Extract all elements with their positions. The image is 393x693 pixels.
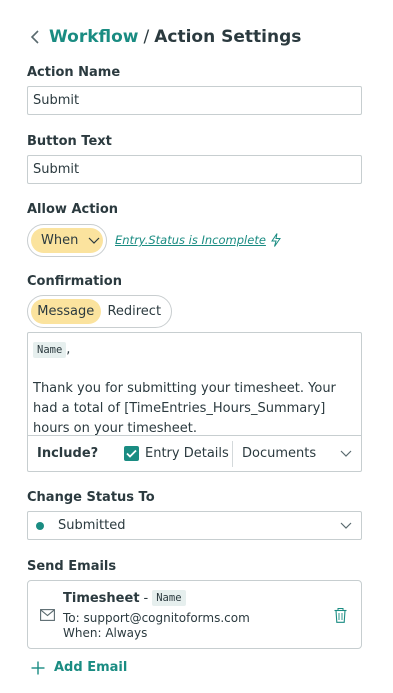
email-to: To: support@cognitoforms.com	[63, 611, 250, 625]
action-name-label: Action Name	[27, 65, 121, 80]
breadcrumb: Workflow / Action Settings	[28, 26, 301, 48]
change-status-value: Submitted	[58, 518, 126, 533]
chevron-down-icon	[340, 450, 352, 457]
chevron-down-icon	[340, 522, 352, 529]
add-email-button[interactable]: Add Email	[31, 660, 127, 675]
documents-label: Documents	[242, 446, 317, 461]
button-text-input[interactable]: Submit	[27, 155, 362, 184]
page-title: Action Settings	[154, 27, 302, 47]
add-email-label: Add Email	[54, 660, 128, 675]
allow-action-value: When	[41, 233, 79, 248]
action-name-input[interactable]: Submit	[27, 86, 362, 115]
confirmation-message-editor[interactable]: Name, Thank you for submitting your time…	[27, 332, 362, 472]
change-status-select[interactable]: Submitted	[27, 511, 362, 540]
trash-icon[interactable]	[334, 608, 347, 623]
email-name-token: Name	[152, 590, 186, 606]
breadcrumb-workflow-link[interactable]: Workflow	[49, 27, 139, 47]
email-title: Timesheet	[63, 590, 140, 606]
checkmark-icon	[126, 449, 137, 458]
change-status-label: Change Status To	[27, 490, 155, 505]
message-text: Thank you for submitting your timesheet.…	[33, 381, 336, 436]
entry-details-option[interactable]: Entry Details	[124, 446, 232, 461]
entry-details-label: Entry Details	[145, 446, 229, 461]
confirmation-message-option[interactable]: Message	[31, 299, 101, 324]
allow-action-label: Allow Action	[27, 202, 119, 217]
message-comma: ,	[66, 342, 71, 357]
name-token[interactable]: Name	[33, 342, 67, 358]
condition-text: Entry.Status is Incomplete	[115, 233, 266, 247]
send-emails-label: Send Emails	[27, 559, 117, 574]
documents-select[interactable]: Documents	[233, 446, 361, 461]
include-bar: Include? Entry Details Documents	[28, 435, 361, 471]
confirmation-label: Confirmation	[27, 274, 122, 289]
entry-details-checkbox[interactable]	[124, 446, 139, 461]
breadcrumb-separator: /	[143, 27, 150, 47]
confirmation-redirect-option[interactable]: Redirect	[101, 299, 169, 324]
email-card[interactable]: Timesheet - Name To: support@cognitoform…	[27, 580, 362, 649]
envelope-icon	[40, 609, 55, 621]
confirmation-type-toggle: Message Redirect	[27, 295, 172, 328]
lightning-bolt-icon[interactable]	[270, 233, 282, 247]
chevron-left-icon[interactable]	[28, 27, 42, 47]
allow-action-select[interactable]: When	[27, 224, 107, 257]
button-text-label: Button Text	[27, 134, 112, 149]
include-label: Include?	[37, 446, 99, 461]
email-title-dash: -	[143, 590, 149, 606]
status-dot-icon	[36, 521, 44, 530]
chevron-down-icon	[88, 237, 100, 244]
email-when: When: Always	[63, 626, 148, 640]
plus-icon	[31, 661, 45, 674]
allow-action-condition-link[interactable]: Entry.Status is Incomplete	[115, 233, 282, 247]
